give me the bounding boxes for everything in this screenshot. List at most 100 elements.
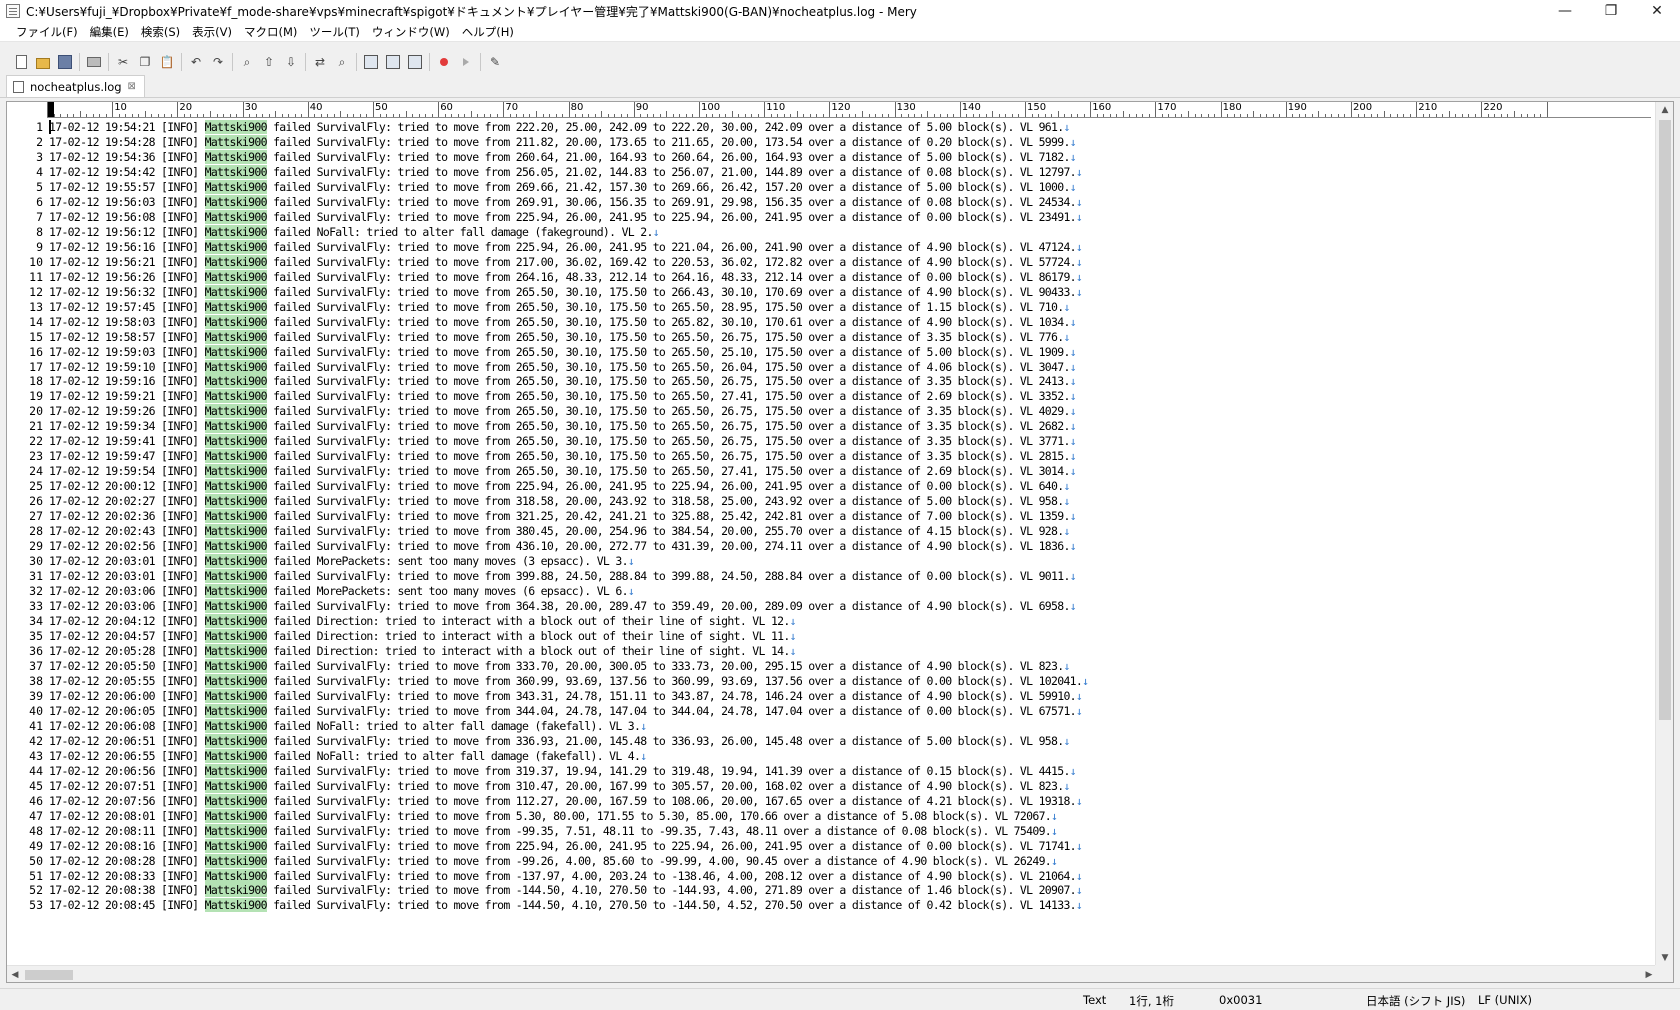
log-line[interactable]: 17-02-12 20:03:06 [INFO] Mattski900 fail…	[49, 598, 1077, 614]
panel-left-button[interactable]	[360, 51, 382, 73]
log-line[interactable]: 17-02-12 20:02:27 [INFO] Mattski900 fail…	[49, 493, 1070, 509]
log-line[interactable]: 17-02-12 20:02:43 [INFO] Mattski900 fail…	[49, 523, 1070, 539]
horizontal-scroll-thumb[interactable]	[25, 970, 73, 980]
log-line[interactable]: 17-02-12 20:03:06 [INFO] Mattski900 fail…	[49, 583, 635, 599]
log-line[interactable]: 17-02-12 20:08:38 [INFO] Mattski900 fail…	[49, 882, 1083, 898]
find-up-button[interactable]: ⇧	[258, 51, 280, 73]
log-line[interactable]: 17-02-12 20:04:12 [INFO] Mattski900 fail…	[49, 613, 797, 629]
log-message: failed SurvivalFly: tried to move from 3…	[266, 733, 1064, 748]
print-button[interactable]	[83, 51, 105, 73]
options-button[interactable]: ✎	[484, 51, 506, 73]
log-line[interactable]: 17-02-12 20:08:16 [INFO] Mattski900 fail…	[49, 838, 1083, 854]
log-line[interactable]: 17-02-12 20:06:05 [INFO] Mattski900 fail…	[49, 703, 1083, 719]
log-line[interactable]: 17-02-12 20:06:56 [INFO] Mattski900 fail…	[49, 763, 1077, 779]
log-line[interactable]: 17-02-12 19:58:57 [INFO] Mattski900 fail…	[49, 329, 1070, 345]
log-line[interactable]: 17-02-12 20:07:56 [INFO] Mattski900 fail…	[49, 793, 1083, 809]
vertical-scrollbar[interactable]: ▲ ▼	[1655, 102, 1673, 966]
log-line[interactable]: 17-02-12 19:56:16 [INFO] Mattski900 fail…	[49, 239, 1083, 255]
new-file-button[interactable]	[10, 51, 32, 73]
close-button[interactable]: ✕	[1634, 0, 1680, 22]
log-line[interactable]: 17-02-12 20:05:28 [INFO] Mattski900 fail…	[49, 643, 797, 659]
log-line[interactable]: 17-02-12 19:59:21 [INFO] Mattski900 fail…	[49, 388, 1077, 404]
horizontal-scrollbar[interactable]: ◀ ▶	[7, 965, 1657, 982]
log-line[interactable]: 17-02-12 19:56:21 [INFO] Mattski900 fail…	[49, 254, 1083, 270]
log-line[interactable]: 17-02-12 19:56:03 [INFO] Mattski900 fail…	[49, 194, 1083, 210]
log-line[interactable]: 17-02-12 19:56:12 [INFO] Mattski900 fail…	[49, 224, 660, 240]
find-down-button[interactable]: ⇩	[280, 51, 302, 73]
play-macro-button[interactable]	[455, 51, 477, 73]
log-line[interactable]: 17-02-12 19:56:08 [INFO] Mattski900 fail…	[49, 209, 1083, 225]
panel-split-button[interactable]	[404, 51, 426, 73]
log-line[interactable]: 17-02-12 19:54:28 [INFO] Mattski900 fail…	[49, 134, 1077, 150]
log-line[interactable]: 17-02-12 19:54:42 [INFO] Mattski900 fail…	[49, 164, 1083, 180]
log-line[interactable]: 17-02-12 19:56:26 [INFO] Mattski900 fail…	[49, 269, 1083, 285]
log-line[interactable]: 17-02-12 19:59:34 [INFO] Mattski900 fail…	[49, 418, 1077, 434]
log-line[interactable]: 17-02-12 20:08:28 [INFO] Mattski900 fail…	[49, 853, 1058, 869]
menu-view[interactable]: 表示(V)	[186, 24, 238, 40]
log-line[interactable]: 17-02-12 20:04:57 [INFO] Mattski900 fail…	[49, 628, 797, 644]
save-button[interactable]	[54, 51, 76, 73]
minimize-button[interactable]: —	[1542, 0, 1588, 22]
log-line[interactable]: 17-02-12 20:05:50 [INFO] Mattski900 fail…	[49, 658, 1070, 674]
log-line[interactable]: 17-02-12 20:05:55 [INFO] Mattski900 fail…	[49, 673, 1089, 689]
copy-button[interactable]: ❐	[134, 51, 156, 73]
vertical-scroll-thumb[interactable]	[1659, 120, 1671, 720]
menu-edit[interactable]: 編集(E)	[84, 24, 135, 40]
record-macro-button[interactable]	[433, 51, 455, 73]
log-line[interactable]: 17-02-12 20:08:33 [INFO] Mattski900 fail…	[49, 868, 1083, 884]
panel-output-button[interactable]	[382, 51, 404, 73]
log-line[interactable]: 17-02-12 19:56:32 [INFO] Mattski900 fail…	[49, 284, 1083, 300]
log-line[interactable]: 17-02-12 20:06:51 [INFO] Mattski900 fail…	[49, 733, 1070, 749]
log-line[interactable]: 17-02-12 19:59:26 [INFO] Mattski900 fail…	[49, 403, 1077, 419]
scroll-down-icon[interactable]: ▼	[1656, 950, 1673, 966]
status-encoding[interactable]: 日本語 (シフト JIS)	[1366, 993, 1465, 1009]
log-line[interactable]: 17-02-12 20:06:08 [INFO] Mattski900 fail…	[49, 718, 647, 734]
log-line[interactable]: 17-02-12 20:08:45 [INFO] Mattski900 fail…	[49, 897, 1083, 913]
scroll-left-icon[interactable]: ◀	[7, 966, 23, 982]
scroll-up-icon[interactable]: ▲	[1656, 102, 1673, 118]
status-line-ending[interactable]: LF (UNIX)	[1478, 993, 1532, 1007]
ruler-tick	[972, 114, 974, 117]
menu-window[interactable]: ウィンドウ(W)	[366, 24, 456, 40]
menu-macro[interactable]: マクロ(M)	[238, 24, 303, 40]
tab-nocheatplus-log[interactable]: nocheatplus.log ⊠	[6, 75, 145, 97]
log-line[interactable]: 17-02-12 19:54:36 [INFO] Mattski900 fail…	[49, 149, 1077, 165]
log-line[interactable]: 17-02-12 19:59:41 [INFO] Mattski900 fail…	[49, 433, 1077, 449]
log-line[interactable]: 17-02-12 19:54:21 [INFO] Mattski900 fail…	[49, 119, 1070, 135]
menu-tools[interactable]: ツール(T)	[303, 24, 366, 40]
log-line[interactable]: 17-02-12 20:03:01 [INFO] Mattski900 fail…	[49, 553, 635, 569]
menu-search[interactable]: 検索(S)	[135, 24, 186, 40]
log-line[interactable]: 17-02-12 19:58:03 [INFO] Mattski900 fail…	[49, 314, 1077, 330]
open-folder-button[interactable]	[32, 51, 54, 73]
log-line[interactable]: 17-02-12 20:03:01 [INFO] Mattski900 fail…	[49, 568, 1077, 584]
log-line[interactable]: 17-02-12 19:55:57 [INFO] Mattski900 fail…	[49, 179, 1077, 195]
find-button[interactable]: ⌕	[236, 51, 258, 73]
log-line[interactable]: 17-02-12 20:07:51 [INFO] Mattski900 fail…	[49, 778, 1070, 794]
status-mode[interactable]: Text	[1083, 993, 1106, 1007]
undo-button[interactable]: ↶	[185, 51, 207, 73]
log-line[interactable]: 17-02-12 19:57:45 [INFO] Mattski900 fail…	[49, 299, 1070, 315]
log-line[interactable]: 17-02-12 20:00:12 [INFO] Mattski900 fail…	[49, 478, 1070, 494]
log-line[interactable]: 17-02-12 20:06:55 [INFO] Mattski900 fail…	[49, 748, 647, 764]
replace-button[interactable]: ⇄	[309, 51, 331, 73]
log-line[interactable]: 17-02-12 20:02:36 [INFO] Mattski900 fail…	[49, 508, 1077, 524]
log-line[interactable]: 17-02-12 19:59:54 [INFO] Mattski900 fail…	[49, 463, 1077, 479]
log-line[interactable]: 17-02-12 20:08:01 [INFO] Mattski900 fail…	[49, 808, 1058, 824]
log-line[interactable]: 17-02-12 19:59:47 [INFO] Mattski900 fail…	[49, 448, 1077, 464]
find-files-button[interactable]: ⌕	[331, 51, 353, 73]
tab-close-icon[interactable]: ⊠	[128, 81, 136, 92]
log-line[interactable]: 17-02-12 19:59:10 [INFO] Mattski900 fail…	[49, 359, 1077, 375]
cut-button[interactable]: ✂	[112, 51, 134, 73]
log-line[interactable]: 17-02-12 19:59:16 [INFO] Mattski900 fail…	[49, 373, 1077, 389]
menu-help[interactable]: ヘルプ(H)	[456, 24, 520, 40]
paste-button[interactable]: 📋	[156, 51, 178, 73]
editor-pane[interactable]: 10 20 30 40 50 60 70 80 90 100 110 120 130 140 150 160 1…	[6, 101, 1674, 983]
log-line[interactable]: 17-02-12 20:02:56 [INFO] Mattski900 fail…	[49, 538, 1077, 554]
maximize-button[interactable]: ❐	[1588, 0, 1634, 22]
menu-file[interactable]: ファイル(F)	[10, 24, 84, 40]
redo-button[interactable]: ↷	[207, 51, 229, 73]
text-area[interactable]: 17-02-12 19:54:21 [INFO] Mattski900 fail…	[49, 119, 1651, 969]
log-line[interactable]: 17-02-12 19:59:03 [INFO] Mattski900 fail…	[49, 344, 1077, 360]
log-line[interactable]: 17-02-12 20:06:00 [INFO] Mattski900 fail…	[49, 688, 1083, 704]
log-line[interactable]: 17-02-12 20:08:11 [INFO] Mattski900 fail…	[49, 823, 1058, 839]
